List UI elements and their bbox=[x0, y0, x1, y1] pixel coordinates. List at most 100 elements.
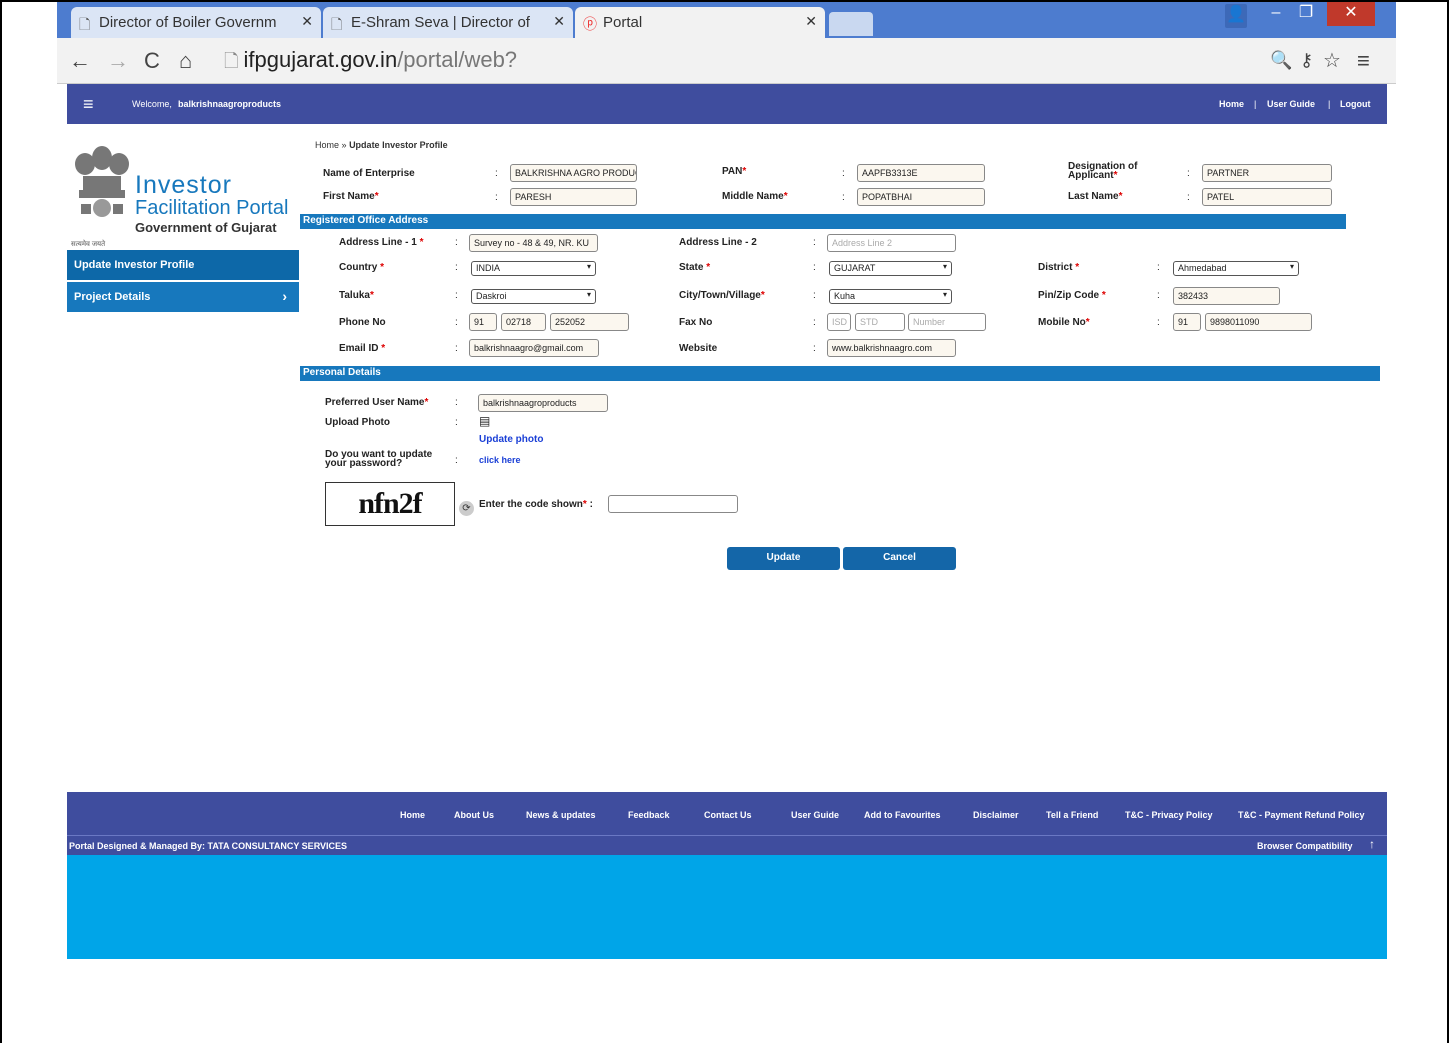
header-link-home[interactable]: Home bbox=[1219, 99, 1244, 109]
pin-field[interactable]: 382433 bbox=[1173, 287, 1280, 305]
section-registered-office: Registered Office Address bbox=[300, 214, 1346, 229]
sidebar-item-project-details[interactable]: Project Details › bbox=[67, 282, 299, 312]
phone-number-field[interactable]: 252052 bbox=[550, 313, 629, 331]
home-icon[interactable]: ⌂ bbox=[179, 48, 192, 74]
phone-label: Phone No bbox=[339, 317, 386, 328]
designation-field[interactable]: PARTNER bbox=[1202, 164, 1332, 182]
profile-icon[interactable]: 👤 bbox=[1225, 4, 1247, 28]
sidebar: Update Investor Profile Project Details › bbox=[67, 250, 299, 314]
footer-link-user-guide[interactable]: User Guide bbox=[791, 810, 839, 820]
footer-link-about[interactable]: About Us bbox=[454, 810, 494, 820]
browser-compatibility-link[interactable]: Browser Compatibility bbox=[1257, 841, 1353, 851]
url-path: /portal/web? bbox=[397, 47, 518, 72]
fax-isd-field[interactable]: ISD bbox=[827, 313, 851, 331]
last-name-field[interactable]: PATEL bbox=[1202, 188, 1332, 206]
footer-link-privacy[interactable]: T&C - Privacy Policy bbox=[1125, 810, 1213, 820]
first-name-field[interactable]: PARESH bbox=[510, 188, 637, 206]
close-icon[interactable]: ✕ bbox=[553, 13, 565, 30]
reload-icon[interactable]: C bbox=[144, 48, 160, 74]
photo-file-icon[interactable]: ▤ bbox=[479, 414, 490, 428]
last-name-label: Last Name* bbox=[1068, 191, 1123, 202]
close-icon[interactable]: ✕ bbox=[805, 13, 817, 30]
website-field[interactable]: www.balkrishnaagro.com bbox=[827, 339, 956, 357]
fax-label: Fax No bbox=[679, 317, 713, 328]
portal-logo: सत्यमेव जयते Investor Facilitation Porta… bbox=[67, 136, 299, 250]
hamburger-icon[interactable]: ≡ bbox=[83, 94, 94, 115]
fax-std-field[interactable]: STD bbox=[855, 313, 905, 331]
country-select[interactable]: INDIA ▾ bbox=[471, 261, 596, 276]
footer-link-contact[interactable]: Contact Us bbox=[704, 810, 752, 820]
enterprise-field[interactable]: BALKRISHNA AGRO PRODUCTS bbox=[510, 164, 637, 182]
tab-eshram[interactable]: 🗋 E-Shram Seva | Director of ✕ bbox=[323, 7, 573, 38]
logo-government: Government of Gujarat bbox=[135, 220, 277, 235]
section-personal-details: Personal Details bbox=[300, 366, 1380, 381]
taluka-select[interactable]: Daskroi ▾ bbox=[471, 289, 596, 304]
middle-name-field[interactable]: POPATBHAI bbox=[857, 188, 985, 206]
phone-country-code-field[interactable]: 91 bbox=[469, 313, 497, 331]
back-to-top-icon[interactable]: ↑ bbox=[1369, 837, 1375, 851]
footer-link-disclaimer[interactable]: Disclaimer bbox=[973, 810, 1019, 820]
footer-link-home[interactable]: Home bbox=[400, 810, 425, 820]
dropdown-arrow-icon: ▾ bbox=[1289, 262, 1294, 271]
district-select[interactable]: Ahmedabad ▾ bbox=[1173, 261, 1299, 276]
update-photo-link[interactable]: Update photo bbox=[479, 434, 543, 445]
tab-title: Portal bbox=[603, 14, 643, 31]
enterprise-label: Name of Enterprise bbox=[323, 168, 415, 179]
refresh-captcha-icon[interactable]: ⟳ bbox=[459, 501, 474, 516]
header-link-logout[interactable]: Logout bbox=[1340, 99, 1371, 109]
sidebar-item-update-profile[interactable]: Update Investor Profile bbox=[67, 250, 299, 280]
state-select[interactable]: GUJARAT ▾ bbox=[829, 261, 952, 276]
footer-link-feedback[interactable]: Feedback bbox=[628, 810, 670, 820]
portal-icon: ⓟ bbox=[583, 16, 597, 32]
footer-link-news[interactable]: News & updates bbox=[526, 810, 596, 820]
address-line2-field[interactable]: Address Line 2 bbox=[827, 234, 956, 252]
taluka-label: Taluka* bbox=[339, 290, 374, 301]
mobile-country-code-field[interactable]: 91 bbox=[1173, 313, 1201, 331]
district-label: District * bbox=[1038, 262, 1080, 273]
address-bar[interactable]: 🗋 ifpgujarat.gov.in/portal/web? bbox=[216, 46, 1356, 76]
footer-credit: Portal Designed & Managed By: TATA CONSU… bbox=[69, 841, 348, 851]
phone-std-field[interactable]: 02718 bbox=[501, 313, 546, 331]
pin-label: Pin/Zip Code * bbox=[1038, 290, 1106, 301]
url-host: ifpgujarat.gov.in bbox=[243, 47, 398, 72]
fax-number-field[interactable]: Number bbox=[908, 313, 986, 331]
address-line1-field[interactable]: Survey no - 48 & 49, NR. KU bbox=[469, 234, 598, 252]
back-icon[interactable]: ← bbox=[69, 48, 91, 74]
bookmark-star-icon[interactable]: ☆ bbox=[1323, 48, 1341, 73]
minimize-icon[interactable]: – bbox=[1263, 2, 1289, 26]
emblem-motto: सत्यमेव जयते bbox=[71, 241, 106, 248]
update-password-link[interactable]: click here bbox=[479, 455, 521, 465]
preferred-username-field[interactable]: balkrishnaagroproducts bbox=[478, 394, 608, 412]
breadcrumb-home[interactable]: Home bbox=[315, 140, 339, 150]
footer-link-tell-friend[interactable]: Tell a Friend bbox=[1046, 810, 1098, 820]
close-icon[interactable]: ✕ bbox=[301, 13, 313, 30]
tab-director-boiler[interactable]: 🗋 Director of Boiler Governm ✕ bbox=[71, 7, 321, 38]
restore-icon[interactable]: ❐ bbox=[1293, 2, 1319, 26]
key-icon[interactable]: ⚷ bbox=[1300, 50, 1313, 71]
address-line2-label: Address Line - 2 bbox=[679, 237, 757, 248]
zoom-icon[interactable]: 🔍 bbox=[1270, 50, 1292, 71]
emblem-icon bbox=[75, 146, 129, 217]
captcha-input[interactable] bbox=[608, 495, 738, 513]
header-link-user-guide[interactable]: User Guide bbox=[1267, 99, 1315, 109]
footer-link-favourites[interactable]: Add to Favourites bbox=[864, 810, 941, 820]
captcha-image: nfn2f bbox=[325, 482, 455, 526]
forward-icon[interactable]: → bbox=[107, 48, 129, 74]
captcha-label: Enter the code shown* : bbox=[479, 499, 593, 510]
update-button[interactable]: Update bbox=[727, 547, 840, 570]
city-select[interactable]: Kuha ▾ bbox=[829, 289, 952, 304]
new-tab-button[interactable] bbox=[829, 12, 873, 36]
browser-window: 🗋 Director of Boiler Governm ✕ 🗋 E-Shram… bbox=[57, 2, 1396, 959]
cancel-button[interactable]: Cancel bbox=[843, 547, 956, 570]
designation-label: Designation of Applicant* bbox=[1068, 161, 1138, 181]
pan-field[interactable]: AAPFB3313E bbox=[857, 164, 985, 182]
mobile-label: Mobile No* bbox=[1038, 317, 1090, 328]
menu-icon[interactable]: ≡ bbox=[1357, 48, 1370, 74]
tab-portal[interactable]: ⓟ Portal ✕ bbox=[575, 7, 825, 38]
mobile-number-field[interactable]: 9898011090 bbox=[1205, 313, 1312, 331]
footer-link-refund[interactable]: T&C - Payment Refund Policy bbox=[1238, 810, 1365, 820]
email-field[interactable]: balkrishnaagro@gmail.com bbox=[469, 339, 599, 357]
close-window-icon[interactable]: ✕ bbox=[1327, 2, 1375, 26]
sidebar-item-label: Update Investor Profile bbox=[74, 259, 195, 271]
website-label: Website bbox=[679, 343, 718, 354]
